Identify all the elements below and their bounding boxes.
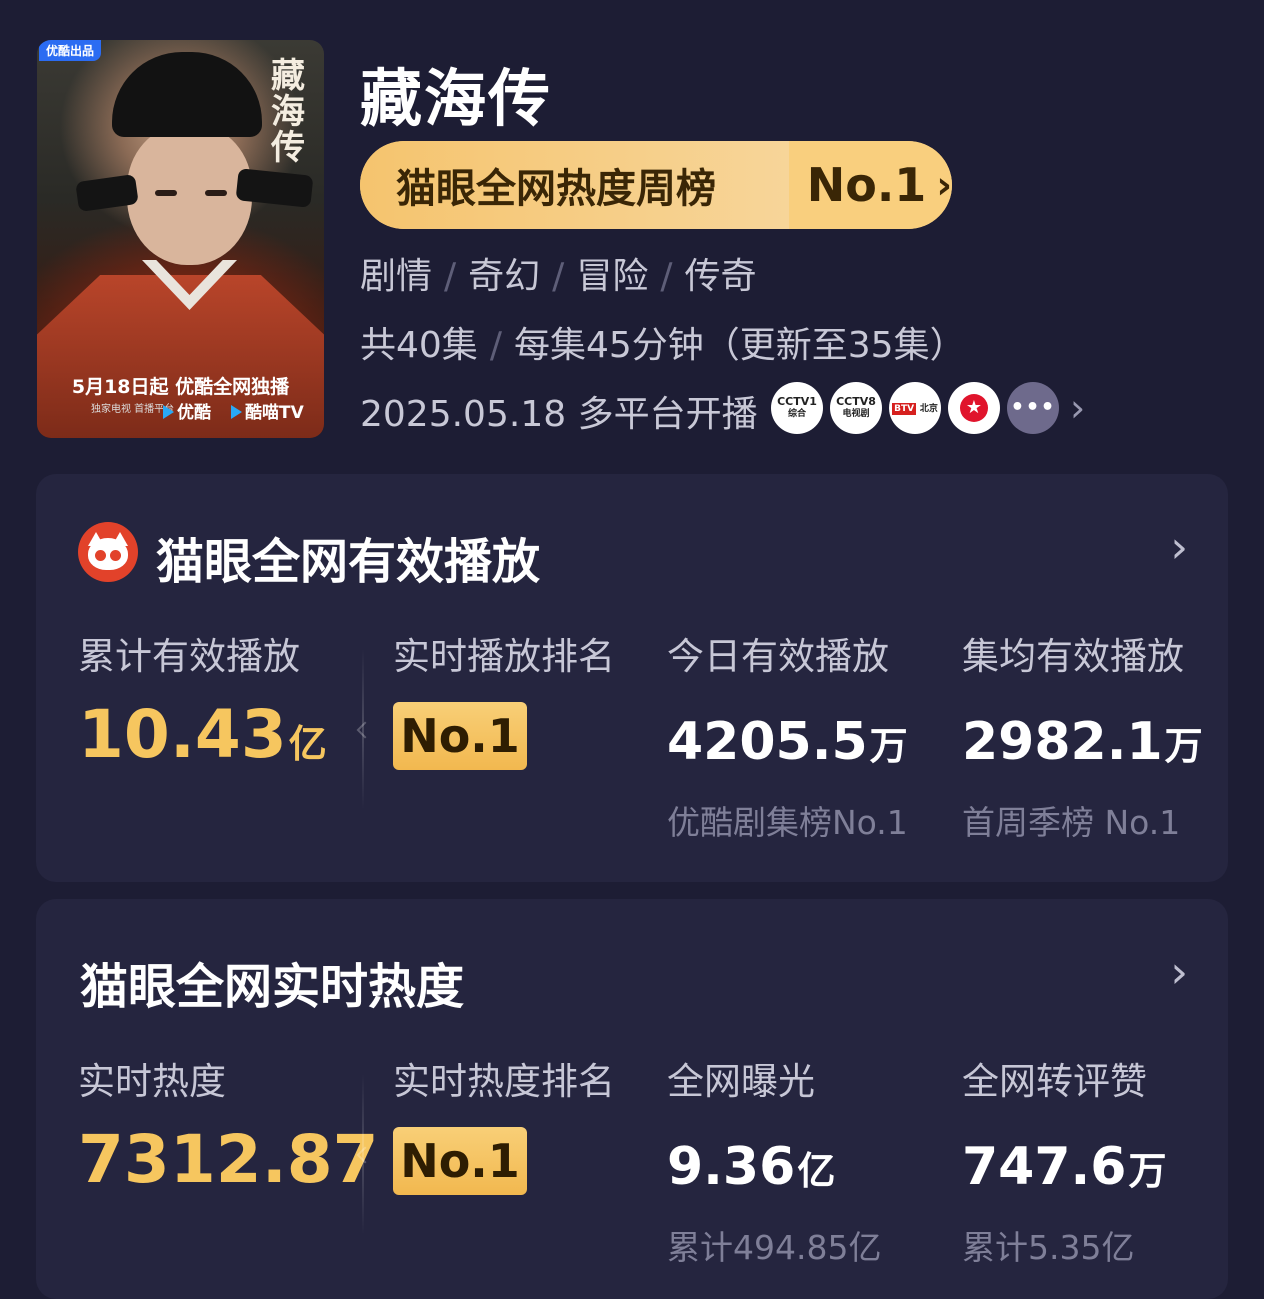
chevron-right-icon[interactable]: › [1070,386,1085,430]
chevron-right-icon: › [936,163,952,207]
star-icon: ★ [960,394,988,422]
platform-name: CCTV8 [836,395,876,408]
realtime-heat-label: 实时热度 [78,1060,226,1103]
poster-eye [155,190,177,196]
poster-eye [205,190,227,196]
engagement-label: 全网转评赞 [962,1060,1147,1103]
chevron-right-icon[interactable]: › [1170,522,1188,573]
value-unit: 万 [1128,1149,1167,1193]
poster-hat [112,52,262,137]
engagement-value: 747.6万 [962,1137,1167,1197]
platform-name: BTV [892,402,917,415]
poster-calligraphy-title: 藏海传 [271,56,305,168]
engagement-sub: 累计5.35亿 [962,1228,1135,1267]
platform-sub: 北京 [919,403,938,414]
avg-playback-label: 集均有效播放 [962,635,1184,678]
ranking-number: No.1 [806,158,927,212]
genre-list: 剧情 / 奇幻 / 冒险 / 传奇 [360,247,756,299]
value-number: 747.6 [962,1137,1127,1197]
heat-card-title: 猫眼全网实时热度 [80,959,465,1015]
poster-face [127,125,252,265]
ranking-label: 猫眼全网热度周榜 [360,141,789,229]
separator: / [552,256,565,297]
ranking-value: No.1 › [788,141,952,229]
heat-card[interactable]: 猫眼全网实时热度 › 实时热度 7312.87 实时热度排名 No.1 全网曝光… [36,899,1228,1299]
value-unit: 万 [869,724,908,768]
value-number: 4205.5 [667,712,868,772]
cctv1-logo[interactable]: CCTV1 综合 [771,382,823,434]
more-icon[interactable]: ••• [1007,382,1059,434]
playback-card-title: 猫眼全网有效播放 [156,534,541,590]
value-unit: 万 [1164,724,1203,768]
btv-logo[interactable]: BTV 北京 [889,382,941,434]
value-number: 9.36 [667,1137,796,1197]
heat-rank-label: 实时热度排名 [393,1060,615,1103]
cctv8-logo[interactable]: CCTV8 电视剧 [830,382,882,434]
separator: / [444,256,457,297]
platform-name: CCTV1 [777,395,817,408]
value-unit: 亿 [797,1149,836,1193]
avg-playback-sub: 首周季榜 No.1 [962,803,1181,842]
value-number: 10.43 [78,696,287,773]
weekly-ranking-pill[interactable]: 猫眼全网热度周榜 No.1 › [360,141,952,229]
today-playback-value: 4205.5万 [667,712,908,772]
release-info: 2025.05.18 多平台开播 [360,394,758,435]
genre-tag: 冒险 [576,256,649,297]
genre-tag: 剧情 [360,256,433,297]
avg-playback-value: 2982.1万 [962,712,1203,772]
today-playback-sub: 优酷剧集榜No.1 [667,803,908,842]
heat-rank-badge: No.1 [393,1127,527,1195]
maoyan-cat-icon [78,522,138,582]
genre-tag: 传奇 [684,256,757,297]
poster-kumiao-logo: 酷喵TV [231,398,304,423]
exposure-value: 9.36亿 [667,1137,835,1197]
value-number: 2982.1 [962,712,1163,772]
episode-count: 共40集 [360,325,478,366]
total-playback-value: 10.43亿 [78,696,327,773]
exposure-sub: 累计494.85亿 [667,1228,882,1267]
poster-platform-text: 独家电视 首播平台 [91,404,175,415]
dragon-tv-logo[interactable]: ★ [948,382,1000,434]
youku-original-badge: 优酷出品 [39,40,102,61]
realtime-heat-value: 7312.87 [78,1121,379,1198]
genre-tag: 奇幻 [468,256,541,297]
separator: / [660,256,673,297]
drama-title: 藏海传 [360,62,553,135]
episode-info: 共40集 / 每集45分钟（更新至35集） [360,316,966,368]
platform-sub: 综合 [787,409,806,419]
separator: / [489,325,502,366]
platform-sub: 电视剧 [842,409,870,419]
chevron-right-icon[interactable]: › [1170,947,1188,998]
poster-youku-logo: 优酷 [163,398,211,423]
total-playback-label: 累计有效播放 [78,635,300,678]
divider-notch [356,721,374,739]
playback-rank-badge: No.1 [393,702,527,770]
episode-duration: 每集45分钟（更新至35集） [513,325,966,366]
exposure-label: 全网曝光 [667,1060,815,1103]
value-unit: 亿 [288,722,327,766]
playback-rank-label: 实时播放排名 [393,635,615,678]
drama-poster[interactable]: 优酷出品 藏海传 5月18日起 优酷全网独播 独家电视 首播平台 优酷 酷喵TV [37,40,324,438]
poster-release-line: 5月18日起 优酷全网独播 [71,376,290,398]
today-playback-label: 今日有效播放 [667,635,889,678]
playback-card[interactable]: 猫眼全网有效播放 › 累计有效播放 10.43亿 实时播放排名 No.1 今日有… [36,474,1228,882]
